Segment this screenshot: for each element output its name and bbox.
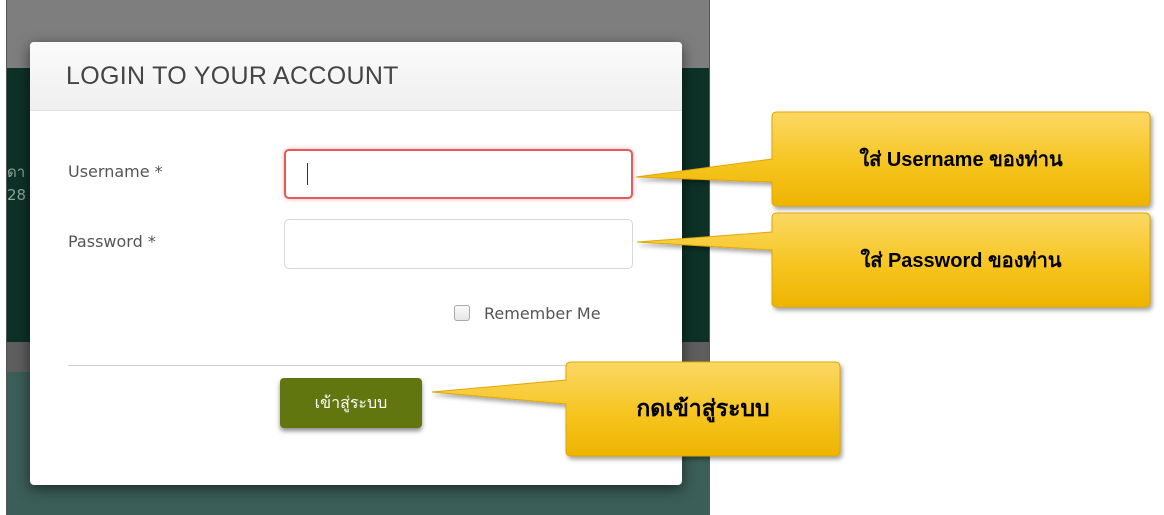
- password-label: Password *: [68, 232, 156, 251]
- password-input[interactable]: [284, 219, 633, 269]
- text-caret: [307, 163, 308, 185]
- login-callout-text: กดเข้าสู่ระบบ: [636, 395, 770, 421]
- modal-divider: [68, 365, 634, 366]
- remember-checkbox[interactable]: [454, 305, 470, 321]
- remember-label[interactable]: Remember Me: [484, 304, 601, 323]
- username-input[interactable]: [284, 149, 633, 199]
- background-partial-text: ดา: [7, 163, 26, 181]
- password-callout-text: ใส่ Password ของท่าน: [860, 250, 1062, 272]
- username-callout-text: ใส่ Username ของท่าน: [859, 149, 1063, 171]
- username-label: Username *: [68, 162, 163, 181]
- background-partial-number: 28: [7, 186, 27, 204]
- modal-header: LOGIN TO YOUR ACCOUNT: [30, 42, 682, 111]
- login-button[interactable]: เข้าสู่ระบบ: [280, 378, 422, 428]
- modal-title: LOGIN TO YOUR ACCOUNT: [66, 62, 399, 90]
